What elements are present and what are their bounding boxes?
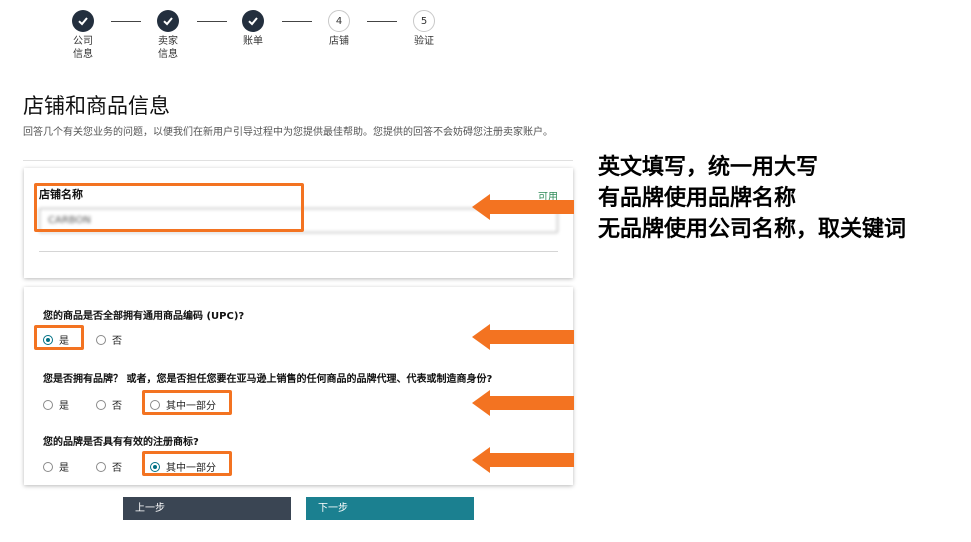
radio-button[interactable]	[43, 399, 53, 410]
annotation-line: 英文填写，统一用大写	[598, 155, 819, 180]
radio-button[interactable]	[43, 461, 53, 472]
divider	[39, 251, 558, 252]
progress-stepper: 公司 信息 卖家 信息 账单 4 店铺 5 验证	[60, 8, 460, 68]
next-button[interactable]: 下一步	[306, 497, 474, 520]
page-title: 店铺和商品信息	[23, 94, 170, 118]
question-brand-owner: 您是否拥有品牌？ 或者，您是否担任您要在亚马逊上销售的任何商品的品牌代理、代表或…	[43, 374, 493, 385]
annotation-note: 英文填写，统一用大写 有品牌使用品牌名称 无品牌使用公司名称，取关键词	[598, 152, 906, 245]
option-label: 是	[59, 401, 69, 412]
radio-button[interactable]	[96, 399, 106, 410]
step-label: 公司 信息	[73, 36, 93, 60]
step-label: 账单	[243, 36, 263, 47]
step-connector	[197, 21, 227, 22]
step-store: 4 店铺	[316, 8, 362, 48]
highlight-brand-some	[142, 390, 232, 415]
check-icon	[72, 10, 94, 32]
annotation-line: 无品牌使用公司名称，取关键词	[598, 217, 907, 242]
option-label: 否	[112, 401, 122, 412]
step-label: 验证	[414, 36, 434, 47]
question-upc: 您的商品是否全部拥有通用商品编码 (UPC)?	[43, 311, 245, 322]
divider	[23, 160, 573, 161]
radio-button[interactable]	[96, 461, 106, 472]
step-company-info: 公司 信息	[60, 8, 106, 61]
step-seller-info: 卖家 信息	[145, 8, 191, 61]
step-number: 4	[328, 10, 350, 32]
brand-no-option[interactable]: 否	[96, 397, 122, 412]
step-connector	[282, 21, 312, 22]
radio-button[interactable]	[96, 334, 106, 345]
annotation-line: 有品牌使用品牌名称	[598, 186, 797, 211]
check-icon	[157, 10, 179, 32]
trademark-yes-option[interactable]: 是	[43, 459, 69, 474]
step-label: 卖家 信息	[158, 36, 178, 60]
option-label: 否	[112, 463, 122, 474]
brand-yes-option[interactable]: 是	[43, 397, 69, 412]
trademark-no-option[interactable]: 否	[96, 459, 122, 474]
arrow-left-icon	[472, 390, 574, 416]
arrow-left-icon	[472, 194, 574, 220]
highlight-store-name	[34, 183, 304, 232]
step-number: 5	[413, 10, 435, 32]
highlight-trademark-some	[142, 451, 232, 476]
highlight-upc-yes	[34, 325, 84, 350]
option-label: 否	[112, 336, 122, 347]
step-label: 店铺	[329, 36, 349, 47]
upc-no-option[interactable]: 否	[96, 332, 122, 347]
option-label: 是	[59, 463, 69, 474]
arrow-left-icon	[472, 447, 574, 473]
check-icon	[242, 10, 264, 32]
step-connector	[111, 21, 141, 22]
step-verification: 5 验证	[401, 8, 447, 48]
arrow-left-icon	[472, 324, 574, 350]
previous-button[interactable]: 上一步	[123, 497, 291, 520]
question-trademark: 您的品牌是否具有有效的注册商标?	[43, 437, 199, 448]
page-subtitle: 回答几个有关您业务的问题，以便我们在新用户引导过程中为您提供最佳帮助。您提供的回…	[23, 127, 553, 138]
step-billing: 账单	[230, 8, 276, 48]
step-connector	[367, 21, 397, 22]
